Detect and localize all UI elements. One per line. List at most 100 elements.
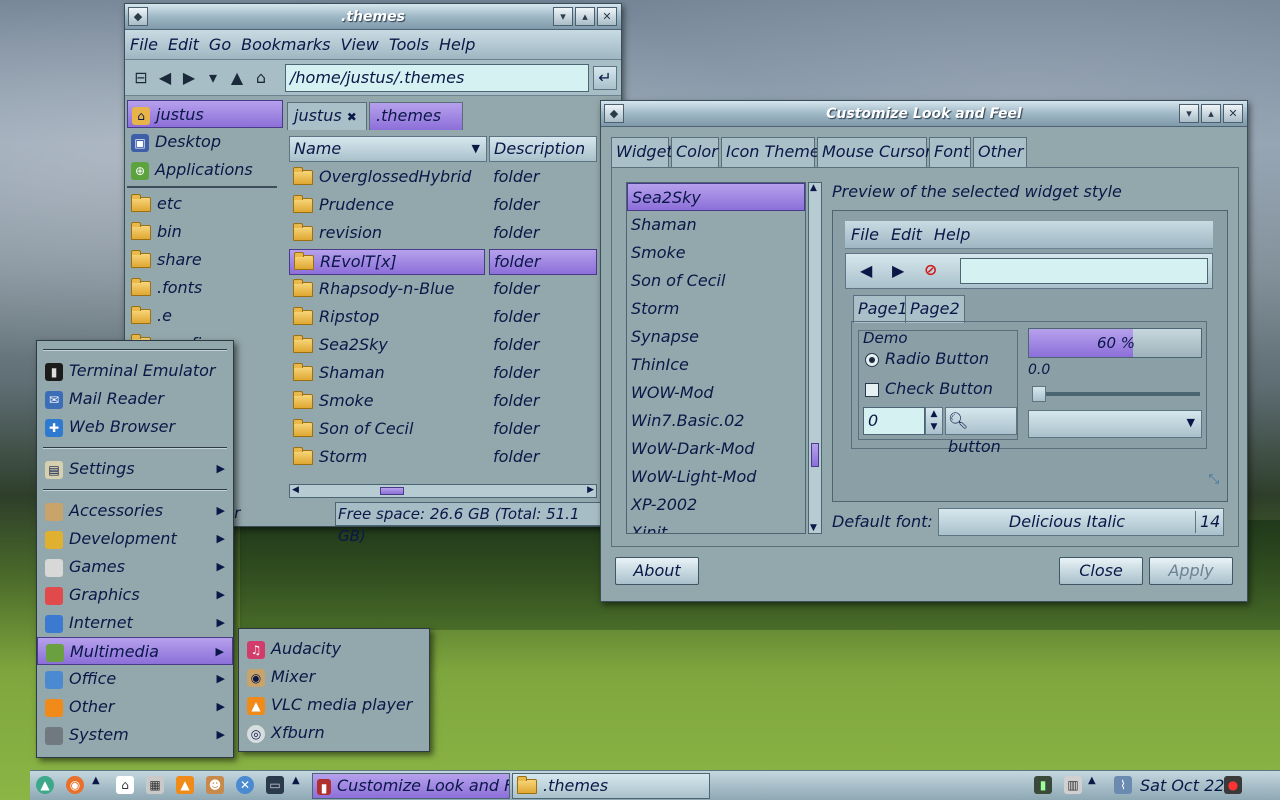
back-arrow-icon[interactable]: ◀ bbox=[860, 261, 872, 280]
battery-icon[interactable]: ▮ bbox=[1034, 776, 1052, 794]
file-description-cell[interactable]: folder bbox=[489, 165, 597, 191]
file-manager-titlebar[interactable]: ◆ .themes ▾ ▴ ✕ bbox=[125, 4, 621, 30]
theme-item[interactable]: Win7.Basic.02 bbox=[627, 407, 805, 435]
horizontal-scrollbar[interactable]: ◀ ▶ bbox=[289, 484, 597, 498]
menu-item-other[interactable]: Other ▶ bbox=[37, 693, 233, 721]
menu-item-mail-reader[interactable]: ✉ Mail Reader bbox=[37, 385, 233, 413]
go-icon[interactable]: ↵ bbox=[593, 66, 617, 90]
tab-justus[interactable]: justus ✖ bbox=[287, 102, 367, 130]
network-icon[interactable]: ⌇ bbox=[1114, 776, 1132, 794]
theme-item[interactable]: Son of Cecil bbox=[627, 267, 805, 295]
minimize-button[interactable]: ▾ bbox=[1179, 104, 1199, 123]
slider-track[interactable] bbox=[1032, 392, 1200, 396]
preview-button[interactable]: 🔍︎button bbox=[945, 407, 1017, 456]
scroll-down-icon[interactable]: ▼ bbox=[810, 523, 817, 533]
menu-tools[interactable]: Tools bbox=[384, 30, 434, 60]
preview-tab-page2[interactable]: Page2 bbox=[905, 295, 965, 323]
menu-edit[interactable]: Edit bbox=[163, 30, 204, 60]
spin-input[interactable]: 0 bbox=[863, 407, 925, 435]
table-row[interactable]: Son of Cecil folder bbox=[289, 416, 597, 444]
file-description-cell[interactable]: folder bbox=[489, 361, 597, 387]
history-icon[interactable]: ▾ bbox=[201, 60, 225, 96]
check-indicator[interactable] bbox=[865, 383, 879, 397]
theme-item[interactable]: WoW-Dark-Mod bbox=[627, 435, 805, 463]
tab-color[interactable]: Color bbox=[671, 137, 719, 167]
menu-item-settings[interactable]: ▤ Settings ▶ bbox=[37, 455, 233, 483]
scroll-thumb[interactable] bbox=[811, 443, 819, 467]
table-row[interactable]: REvolT[x] folder bbox=[289, 248, 597, 276]
up-icon[interactable]: ▲ bbox=[225, 60, 249, 96]
customize-titlebar[interactable]: ◆ Customize Look and Feel ▾ ▴ ✕ bbox=[601, 101, 1247, 127]
sidebar-item-fonts[interactable]: .fonts bbox=[127, 274, 283, 302]
menu-item-web-browser[interactable]: ✚ Web Browser bbox=[37, 413, 233, 441]
menu-item-graphics[interactable]: Graphics ▶ bbox=[37, 581, 233, 609]
theme-item[interactable]: Xinit bbox=[627, 519, 805, 533]
table-row[interactable]: Smoke folder bbox=[289, 388, 597, 416]
theme-item[interactable]: Smoke bbox=[627, 239, 805, 267]
scroll-right-icon[interactable]: ▶ bbox=[587, 485, 594, 495]
start-menu-icon[interactable]: ▲ bbox=[36, 776, 54, 794]
task-customize[interactable]: ▮ Customize Look and F... bbox=[312, 773, 510, 799]
preview-menu-edit[interactable]: Edit bbox=[885, 221, 928, 249]
slider-handle[interactable] bbox=[1032, 386, 1046, 402]
forward-arrow-icon[interactable]: ▶ bbox=[892, 261, 904, 280]
menu-item-xfburn[interactable]: ◎ Xfburn bbox=[239, 719, 429, 747]
volume-mixer-icon[interactable]: ▥ bbox=[1064, 776, 1082, 794]
theme-item[interactable]: Synapse bbox=[627, 323, 805, 351]
file-name-cell[interactable]: Sea2Sky bbox=[289, 333, 485, 359]
table-row[interactable]: OverglossedHybrid folder bbox=[289, 164, 597, 192]
window-menu-button[interactable]: ◆ bbox=[128, 7, 148, 26]
sidebar-item-etc[interactable]: etc bbox=[127, 190, 283, 218]
forward-icon[interactable]: ▶ bbox=[177, 60, 201, 96]
theme-item[interactable]: ThinIce bbox=[627, 351, 805, 379]
file-description-cell[interactable]: folder bbox=[489, 333, 597, 359]
file-description-cell[interactable]: folder bbox=[489, 417, 597, 443]
preview-menu-help[interactable]: Help bbox=[928, 221, 976, 249]
path-mode-icon[interactable]: ⊟ bbox=[129, 60, 153, 96]
close-dialog-button[interactable]: Close bbox=[1059, 557, 1143, 585]
monitor-icon[interactable]: ▭ bbox=[266, 776, 284, 794]
tab-mouse-cursor[interactable]: Mouse Cursor bbox=[817, 137, 932, 167]
scroll-up-icon[interactable]: ▲ bbox=[810, 183, 817, 193]
file-name-cell[interactable]: revision bbox=[289, 221, 485, 247]
tab-widget[interactable]: Widget bbox=[611, 137, 673, 167]
menu-item-terminal-emulator[interactable]: ▮ Terminal Emulator bbox=[37, 357, 233, 385]
vlc-icon[interactable]: ▲ bbox=[176, 776, 194, 794]
column-description[interactable]: Description bbox=[489, 136, 597, 162]
theme-list[interactable]: Sea2Sky Shaman Smoke Son of Cecil Storm Synap… bbox=[626, 182, 806, 534]
menu-go[interactable]: Go bbox=[204, 30, 236, 60]
theme-item[interactable]: Storm bbox=[627, 295, 805, 323]
sidebar-item-e[interactable]: .e bbox=[127, 302, 283, 330]
about-button[interactable]: About bbox=[615, 557, 699, 585]
file-description-cell[interactable]: folder bbox=[489, 389, 597, 415]
file-description-cell[interactable]: folder bbox=[489, 445, 597, 471]
theme-item[interactable]: WoW-Light-Mod bbox=[627, 463, 805, 491]
file-name-cell[interactable]: OverglossedHybrid bbox=[289, 165, 485, 191]
file-name-cell[interactable]: Rhapsody-n-Blue bbox=[289, 277, 485, 303]
tab-themes[interactable]: .themes ✖ bbox=[369, 102, 463, 150]
preview-tab-page1[interactable]: Page1 bbox=[853, 295, 913, 323]
file-name-cell[interactable]: REvolT[x] bbox=[289, 249, 485, 275]
maximize-button[interactable]: ▴ bbox=[1201, 104, 1221, 123]
file-description-cell[interactable]: folder bbox=[489, 193, 597, 219]
resize-grip-icon[interactable]: ⤡ bbox=[1209, 472, 1219, 487]
column-name[interactable]: Name ▼ bbox=[289, 136, 487, 162]
calculator-icon[interactable]: ▦ bbox=[146, 776, 164, 794]
tab-font[interactable]: Font bbox=[929, 137, 971, 167]
window-menu-button[interactable]: ◆ bbox=[604, 104, 624, 123]
close-button[interactable]: ✕ bbox=[597, 7, 617, 26]
traffic-light-icon[interactable]: ● bbox=[1224, 776, 1242, 794]
file-name-cell[interactable]: Son of Cecil bbox=[289, 417, 485, 443]
tab-icon-theme[interactable]: Icon Theme bbox=[721, 137, 820, 167]
close-button[interactable]: ✕ bbox=[1223, 104, 1243, 123]
file-name-cell[interactable]: Storm bbox=[289, 445, 485, 471]
scroll-left-icon[interactable]: ◀ bbox=[292, 485, 299, 495]
tray-arrow-icon[interactable]: ▲ bbox=[1088, 775, 1096, 786]
sidebar-item-bin[interactable]: bin bbox=[127, 218, 283, 246]
menu-item-internet[interactable]: Internet ▶ bbox=[37, 609, 233, 637]
theme-item[interactable]: Shaman bbox=[627, 211, 805, 239]
table-row[interactable]: revision folder bbox=[289, 220, 597, 248]
table-row[interactable]: Storm folder bbox=[289, 444, 597, 472]
spin-arrows-icon[interactable]: ▲ ▼ bbox=[925, 407, 943, 435]
table-row[interactable]: Shaman folder bbox=[289, 360, 597, 388]
